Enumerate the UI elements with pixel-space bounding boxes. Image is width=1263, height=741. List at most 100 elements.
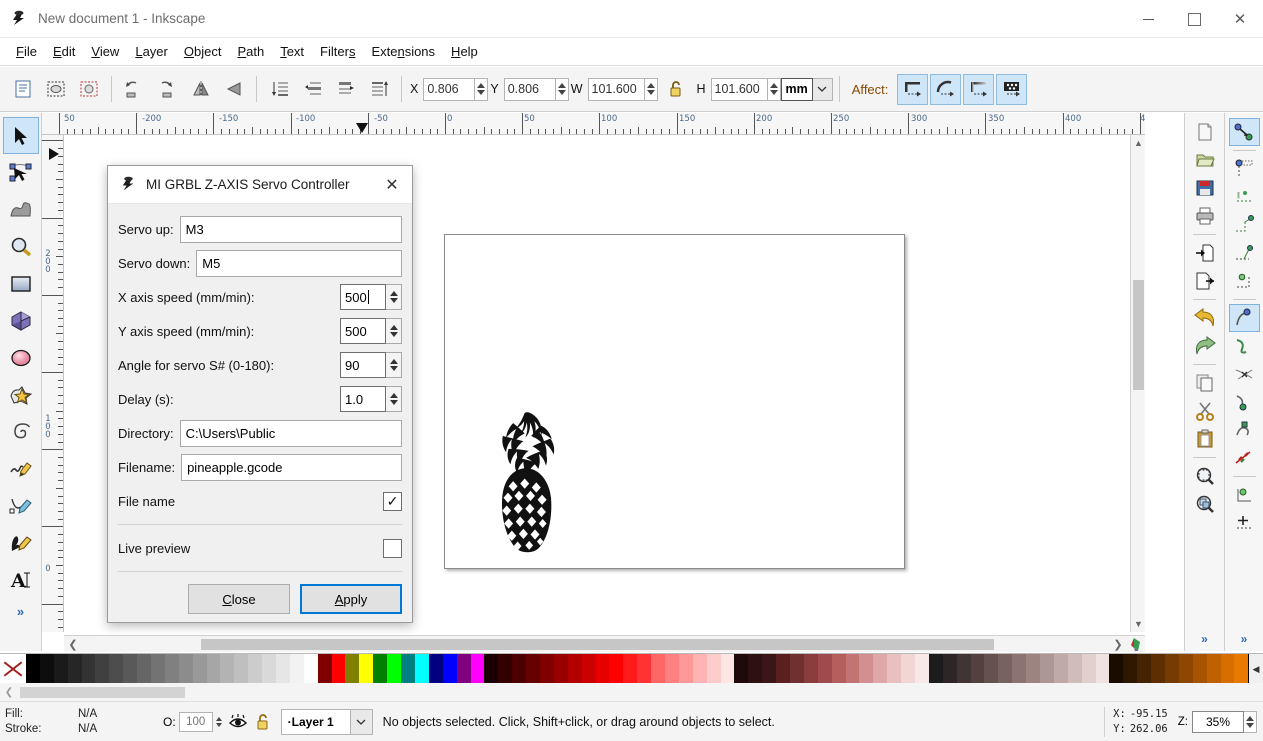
lock-open-icon[interactable] xyxy=(661,74,692,105)
import-icon[interactable] xyxy=(1189,239,1220,267)
palette-swatch[interactable] xyxy=(137,654,152,683)
palette-swatch[interactable] xyxy=(1206,654,1221,683)
snap-nodes-icon[interactable] xyxy=(1228,304,1260,332)
filename-input[interactable]: pineapple.gcode xyxy=(181,453,402,481)
select-all-icon[interactable] xyxy=(7,74,38,105)
rotate-90-cw-icon[interactable] xyxy=(152,74,183,105)
scroll-down-icon[interactable]: ▼ xyxy=(1131,616,1146,632)
palette-swatch[interactable] xyxy=(970,654,985,683)
strip-bar[interactable] xyxy=(20,686,185,698)
palette-swatch[interactable] xyxy=(81,654,96,683)
eye-icon[interactable] xyxy=(225,713,251,730)
palette-swatch[interactable] xyxy=(1165,654,1179,683)
palette-swatch[interactable] xyxy=(414,654,429,683)
redo-icon[interactable] xyxy=(1189,332,1220,360)
palette-swatch[interactable] xyxy=(928,654,943,683)
canvas-vertical-scrollbar[interactable]: ▲ ▼ xyxy=(1130,135,1145,632)
palette-swatch[interactable] xyxy=(581,654,596,683)
palette-swatch[interactable] xyxy=(873,654,888,683)
palette-swatch[interactable] xyxy=(637,654,652,683)
palette-swatch[interactable] xyxy=(442,654,457,683)
w-input[interactable]: 101.600 xyxy=(587,77,645,101)
affect-gradients-icon[interactable] xyxy=(963,73,995,105)
calligraphy-tool[interactable] xyxy=(3,524,39,561)
lock-open-icon[interactable] xyxy=(251,713,275,731)
zoom-selection-icon[interactable] xyxy=(1189,462,1220,490)
star-tool[interactable] xyxy=(3,376,39,413)
menu-file[interactable]: File xyxy=(8,41,45,62)
palette-swatch[interactable] xyxy=(956,654,971,683)
palette-swatch[interactable] xyxy=(67,654,82,683)
y-stepper[interactable] xyxy=(555,77,569,101)
palette-swatch[interactable] xyxy=(234,654,249,683)
directory-input[interactable]: C:\Users\Public xyxy=(179,419,402,447)
palette-swatch[interactable] xyxy=(178,654,193,683)
palette-swatch[interactable] xyxy=(151,654,165,683)
snap-bbox-corner-icon[interactable] xyxy=(1229,211,1260,239)
box3d-tool[interactable] xyxy=(3,302,39,339)
menu-edit[interactable]: Edit xyxy=(45,41,83,62)
palette-swatch[interactable] xyxy=(623,654,638,683)
palette-swatch[interactable] xyxy=(1220,654,1235,683)
node-tool[interactable] xyxy=(3,154,39,191)
palette-swatch[interactable] xyxy=(26,654,40,683)
palette-swatch[interactable] xyxy=(39,654,54,683)
palette-swatch[interactable] xyxy=(998,654,1013,683)
palette-swatch[interactable] xyxy=(1081,654,1096,683)
palette-swatch[interactable] xyxy=(512,654,527,683)
palette-swatch[interactable] xyxy=(664,654,679,683)
palette-swatch[interactable] xyxy=(901,654,915,683)
palette-swatch[interactable] xyxy=(678,654,693,683)
palette-swatch[interactable] xyxy=(776,654,790,683)
palette-swatch[interactable] xyxy=(789,654,804,683)
layer-selector[interactable]: · Layer 1 xyxy=(280,708,373,735)
vscroll-thumb[interactable] xyxy=(1133,280,1144,390)
menu-view[interactable]: View xyxy=(83,41,127,62)
strip-left-icon[interactable]: ❮ xyxy=(0,687,18,698)
palette-swatch[interactable] xyxy=(456,654,471,683)
pencil-tool[interactable] xyxy=(3,450,39,487)
affect-rounded-corners-icon[interactable] xyxy=(930,73,962,105)
new-document-icon[interactable] xyxy=(1189,118,1220,146)
menu-filters[interactable]: Filters xyxy=(312,41,363,62)
snap-dock-overflow[interactable]: » xyxy=(1241,632,1248,646)
zoom-control[interactable]: Z: 35% xyxy=(1178,710,1257,733)
h-input[interactable]: 101.600 xyxy=(710,77,768,101)
menu-help[interactable]: Help xyxy=(443,41,486,62)
scroll-left-icon[interactable]: ❮ xyxy=(64,636,82,653)
raise-one-step-icon[interactable] xyxy=(330,74,361,105)
y-input[interactable]: 0.806 xyxy=(503,77,556,101)
snap-bbox-edge-icon[interactable]: ‖ xyxy=(1229,183,1260,211)
lower-to-bottom-icon[interactable] xyxy=(264,74,295,105)
palette-swatch[interactable] xyxy=(720,654,735,683)
palette-swatch[interactable] xyxy=(1095,654,1110,683)
raise-to-top-icon[interactable] xyxy=(363,74,394,105)
palette-swatch[interactable] xyxy=(1026,654,1041,683)
flip-horizontal-icon[interactable] xyxy=(185,74,216,105)
palette-swatch[interactable] xyxy=(317,654,332,683)
toolbox-overflow[interactable]: » xyxy=(17,604,24,619)
palette-swatch[interactable] xyxy=(345,654,360,683)
x-stepper[interactable] xyxy=(475,77,489,101)
palette-swatch[interactable] xyxy=(276,654,290,683)
delay-input[interactable]: 1.0 xyxy=(340,386,386,412)
copy-icon[interactable] xyxy=(1189,369,1220,397)
palette-swatch-icon[interactable] xyxy=(1129,637,1145,652)
menu-path[interactable]: Path xyxy=(229,41,272,62)
palette-swatch[interactable] xyxy=(595,654,610,683)
h-stepper[interactable] xyxy=(767,77,781,101)
w-stepper[interactable] xyxy=(644,77,658,101)
palette-swatch[interactable] xyxy=(470,654,485,683)
palette-swatch[interactable] xyxy=(1151,654,1166,683)
palette-swatch[interactable] xyxy=(1234,654,1249,683)
zoom-stepper[interactable] xyxy=(1244,710,1257,733)
palette-swatch[interactable] xyxy=(331,654,346,683)
maximize-button[interactable] xyxy=(1171,0,1217,38)
layer-chevron-down-icon[interactable] xyxy=(350,708,373,735)
y-speed-stepper[interactable] xyxy=(386,318,402,344)
tweak-tool[interactable] xyxy=(3,191,39,228)
selector-tool[interactable] xyxy=(2,117,39,154)
palette-swatch[interactable] xyxy=(762,654,777,683)
palette-swatch[interactable] xyxy=(1178,654,1193,683)
ellipse-tool[interactable] xyxy=(3,339,39,376)
